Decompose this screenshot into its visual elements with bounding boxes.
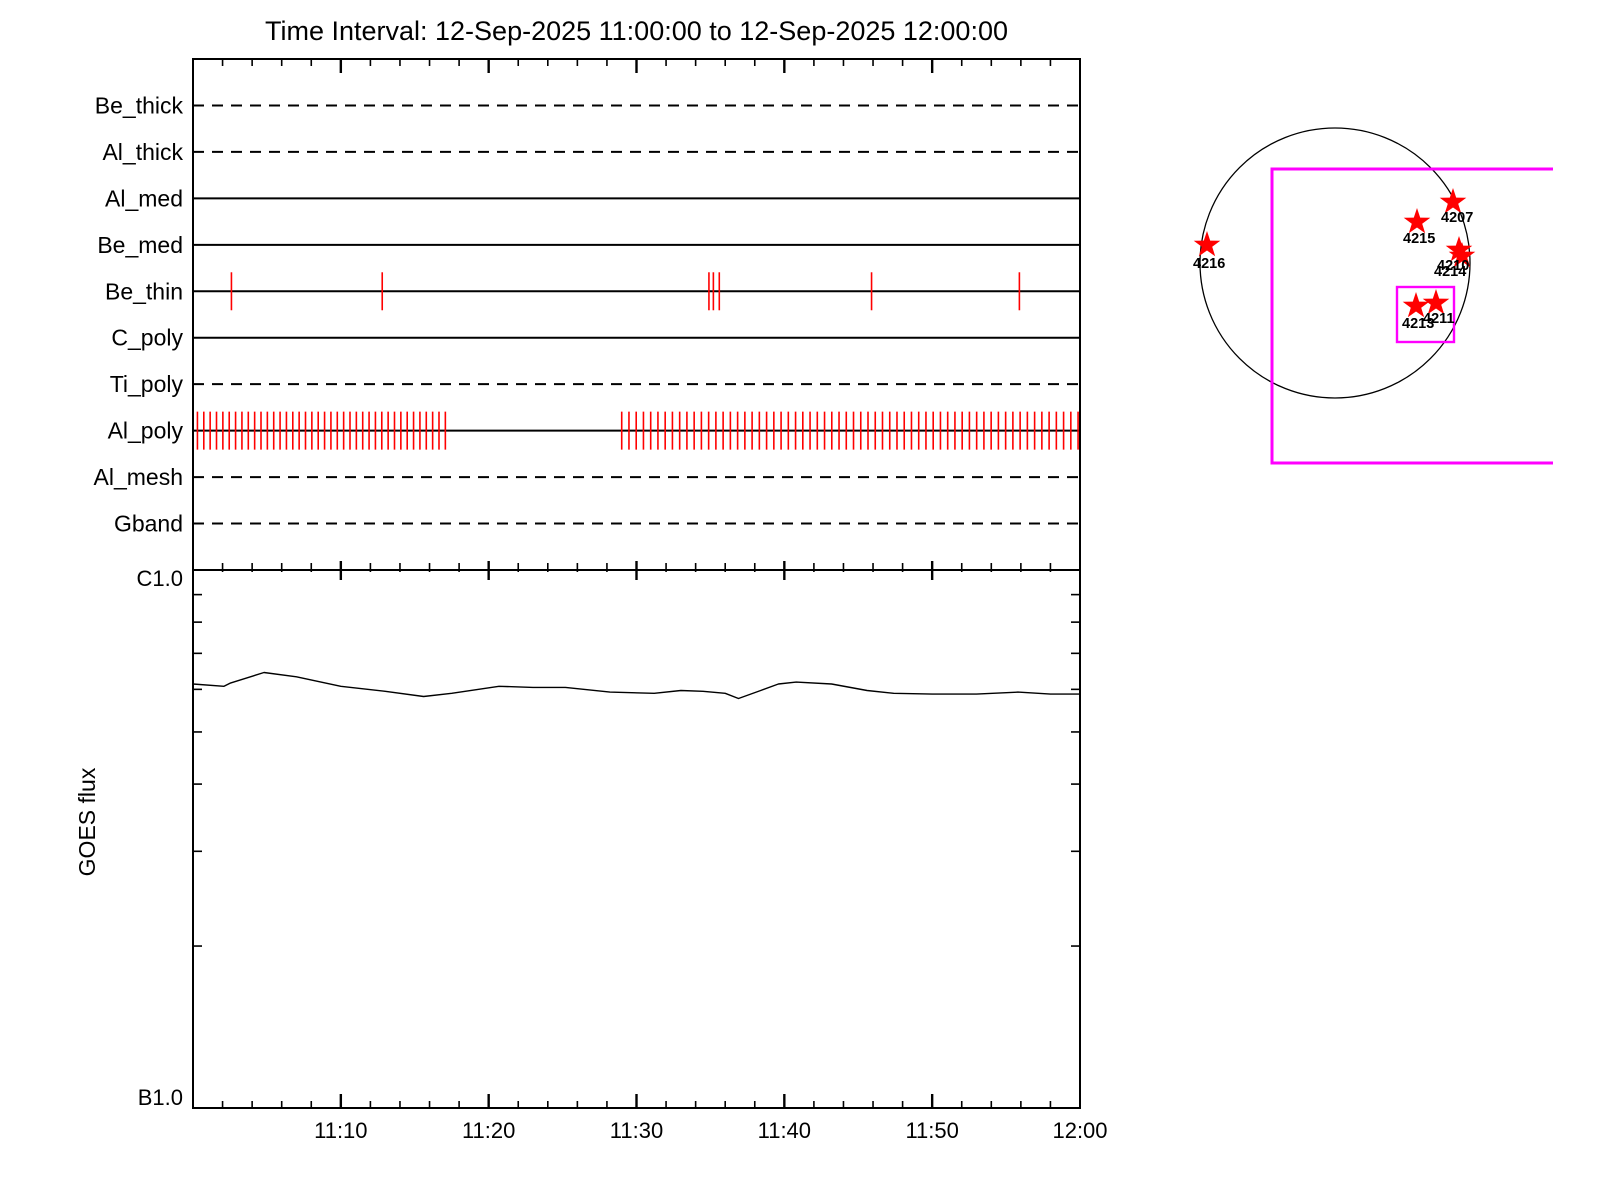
panel-frames [192, 58, 1081, 1109]
time-axis-ticks [221, 59, 1052, 1108]
active-region-star-4216 [1193, 231, 1221, 257]
y-top-label: C1.0 [137, 566, 183, 591]
filter-label-Be_thin: Be_thin [105, 278, 183, 304]
filter-label-Al_poly: Al_poly [108, 418, 184, 444]
x-tick-label: 11:10 [314, 1118, 367, 1143]
active-region-label-4207: 4207 [1441, 210, 1473, 226]
active-region-star-4215 [1403, 208, 1431, 234]
filter-label-Be_med: Be_med [97, 232, 183, 258]
y-bottom-label: B1.0 [138, 1085, 183, 1110]
filter-timeline-panel: Be_thick Al_thick Al_med Be_med Be_thin C_pol… [94, 92, 1080, 537]
time-axis-labels: 11:10 11:20 11:30 11:40 11:50 12:00 [314, 1118, 1107, 1143]
active-region-label-4215: 4215 [1403, 231, 1435, 247]
goes-flux-panel: C1.0 B1.0 GOES flux [74, 566, 1080, 1110]
active-region-label-4216: 4216 [1193, 256, 1225, 272]
filter-label-C_poly: C_poly [111, 325, 183, 351]
x-tick-label: 11:20 [462, 1118, 515, 1143]
filter-label-Ti_poly: Ti_poly [110, 371, 184, 397]
solar-disk-map: 4216421542074210421442114213 [1193, 127, 1553, 465]
active-region-label-4213: 4213 [1402, 316, 1434, 332]
active-region-label-4214: 4214 [1434, 264, 1466, 280]
x-tick-label: 11:30 [610, 1118, 663, 1143]
x-tick-label: 11:50 [905, 1118, 958, 1143]
x-tick-label: 12:00 [1052, 1118, 1107, 1143]
filter-label-Al_thick: Al_thick [102, 139, 183, 165]
filter-label-Al_mesh: Al_mesh [94, 464, 183, 490]
goes-flux-curve [192, 671, 1080, 700]
exposure-ticks [196, 272, 1079, 450]
x-tick-label: 11:40 [758, 1118, 811, 1143]
chart-title: Time Interval: 12-Sep-2025 11:00:00 to 1… [264, 16, 1008, 46]
filter-label-Be_thick: Be_thick [95, 92, 184, 118]
filter-label-Al_med: Al_med [105, 185, 183, 211]
filter-label-Gband: Gband [114, 511, 183, 537]
goes-flux-axis-title: GOES flux [74, 767, 100, 876]
plot-canvas: 11:10 11:20 11:30 11:40 11:50 12:00 Be_thick Al… [74, 58, 1553, 1143]
xrt-goes-planning-chart: Time Interval: 12-Sep-2025 11:00:00 to 1… [0, 0, 1600, 1200]
